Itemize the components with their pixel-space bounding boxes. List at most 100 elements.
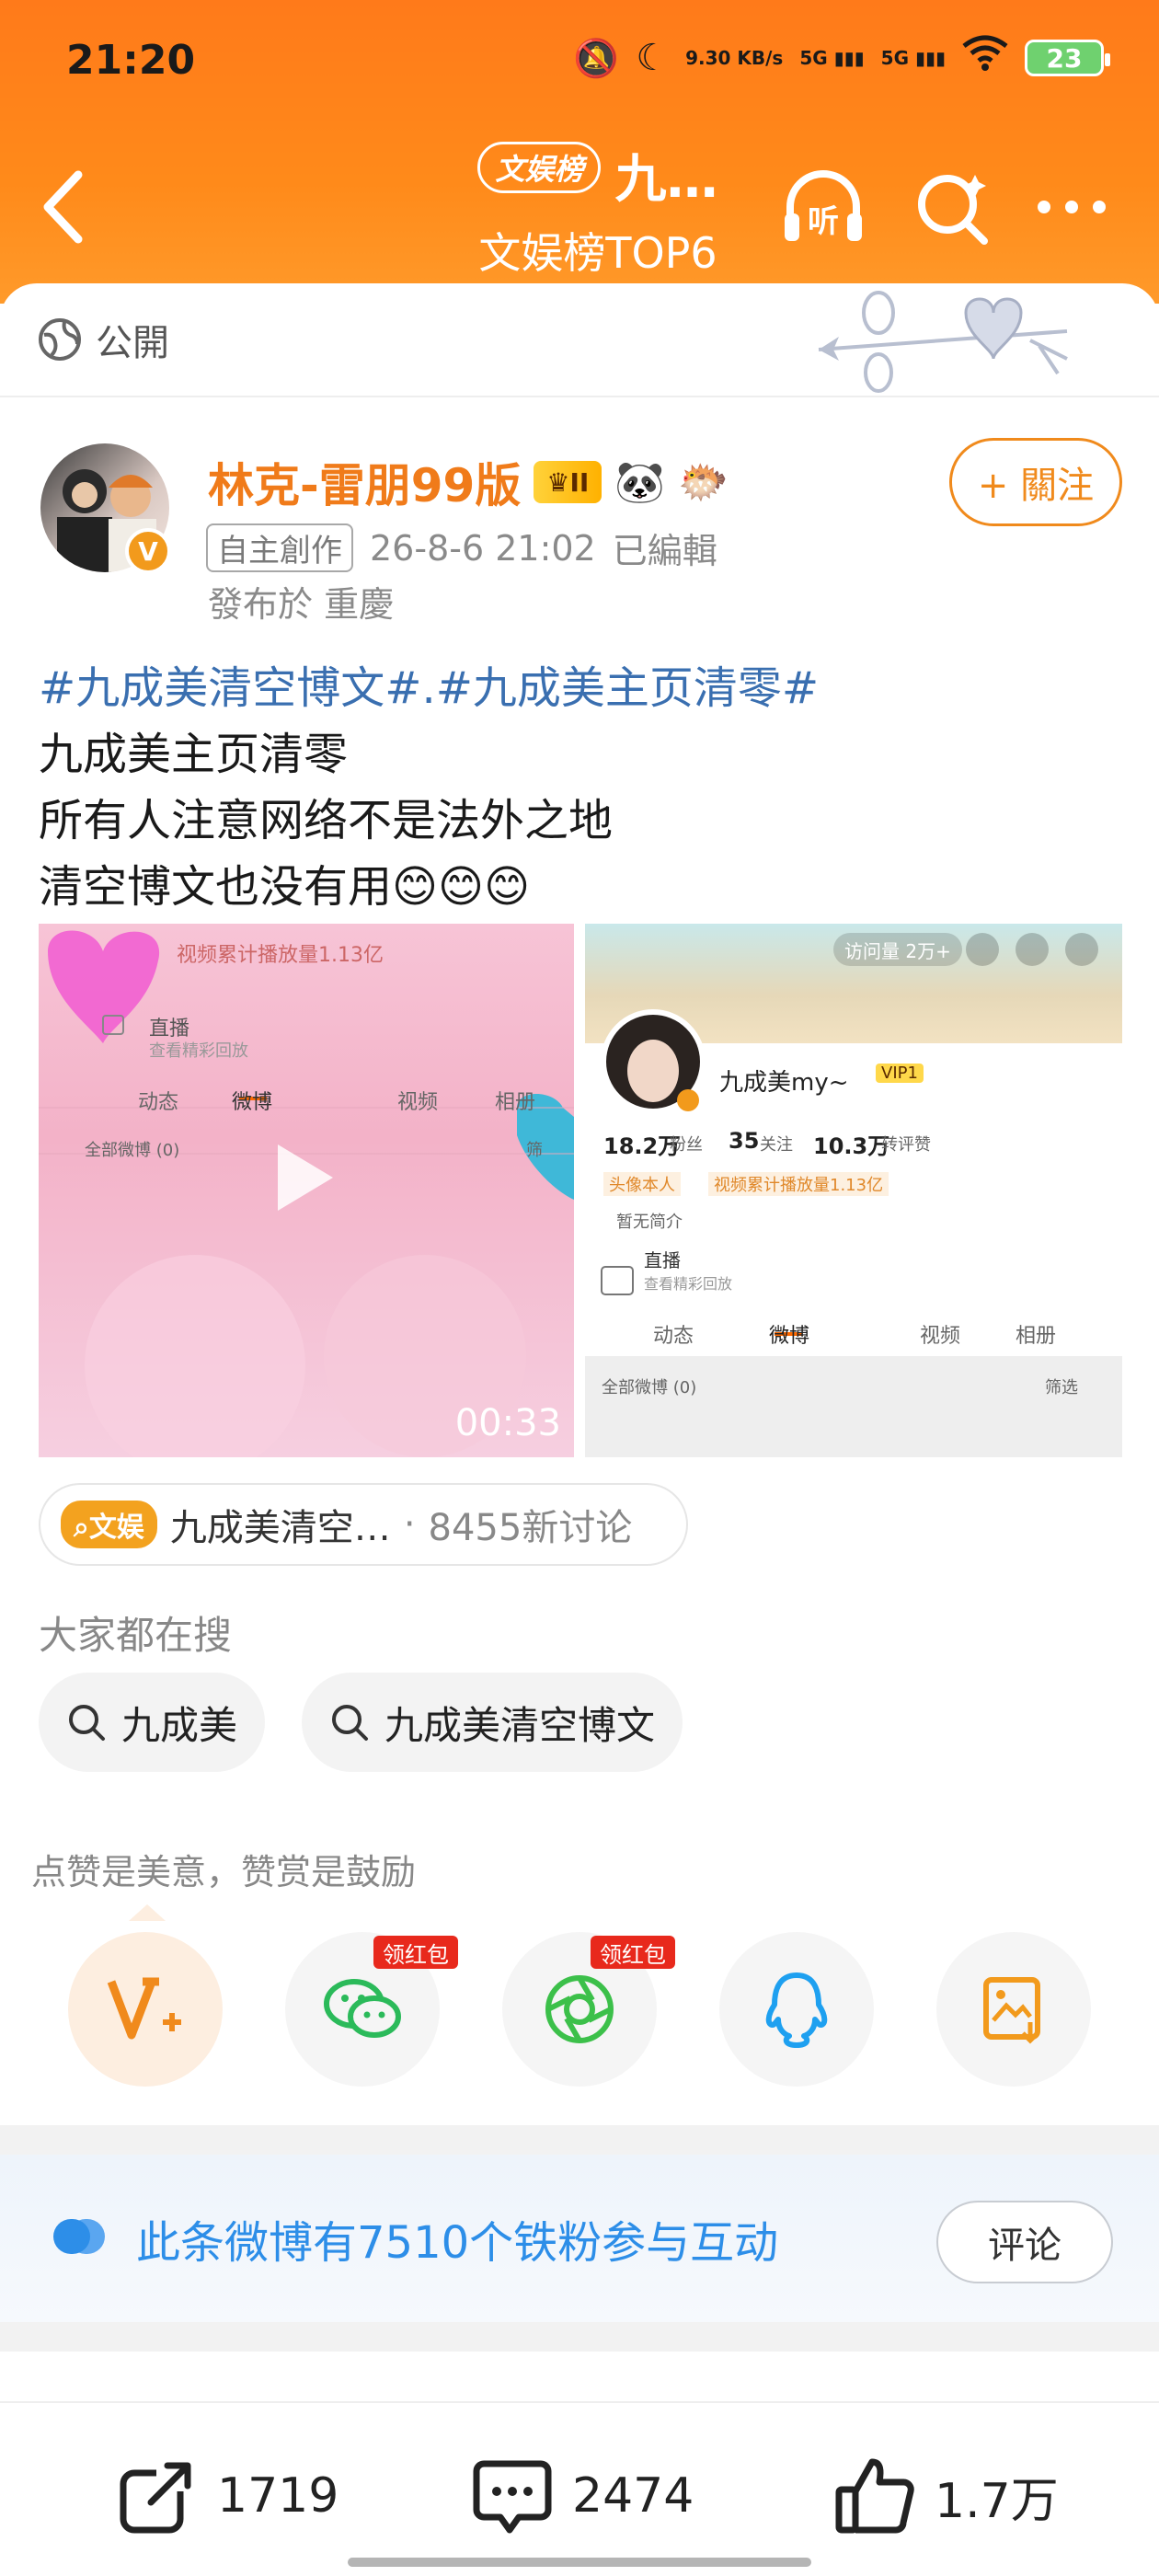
- svg-text:听: 听: [808, 203, 839, 240]
- filter-label: 筛选: [1045, 1378, 1078, 1397]
- repost-button[interactable]: 1719: [116, 2455, 339, 2537]
- page-title: 九…: [614, 150, 718, 210]
- post-datetime: 26-8-6 21:02: [370, 527, 596, 569]
- fish-icon[interactable]: 🐡: [678, 458, 729, 506]
- mute-bell-icon: 🔕: [573, 37, 620, 80]
- panda-icon[interactable]: 🐼: [614, 458, 665, 506]
- more-button[interactable]: [1021, 156, 1122, 258]
- tab-weibo: 微博: [769, 1325, 810, 1348]
- repost-icon: [120, 2455, 199, 2534]
- section-gap: [0, 2322, 1159, 2352]
- fan-level-badge[interactable]: ♛ II: [534, 461, 602, 503]
- comment-button[interactable]: 评论: [936, 2201, 1113, 2283]
- home-indicator[interactable]: [348, 2558, 811, 2567]
- visibility-label: 公開: [96, 322, 169, 364]
- headphones-icon: 听: [785, 170, 862, 241]
- signal-1: 5G ▮▮▮: [799, 47, 865, 69]
- video-thumbnail[interactable]: 视频累计播放量1.13亿 直播 查看精彩回放 动态 微博 视频 相册 全部微博 …: [39, 924, 574, 1457]
- live-sub: 查看精彩回放: [149, 1041, 248, 1061]
- tab-album: 相册: [1016, 1325, 1057, 1348]
- back-button[interactable]: [37, 166, 92, 260]
- listen-button[interactable]: 听: [773, 156, 874, 258]
- fans-count: 18.2万: [603, 1133, 681, 1159]
- tab-dynamic: 动态: [653, 1325, 694, 1348]
- visibility-row: 公開: [37, 313, 169, 366]
- clock: 21:20: [66, 37, 196, 84]
- bottom-action-bar: 1719 2474 1.7万: [0, 2401, 1159, 2576]
- more-dots-icon: [1038, 201, 1106, 213]
- search-icon: [918, 175, 988, 245]
- profile-name: 九成美my~: [719, 1069, 849, 1097]
- play-icon[interactable]: [278, 1144, 333, 1211]
- source-tag[interactable]: 自主創作: [206, 523, 353, 572]
- post-location: 發布於 重慶: [208, 584, 395, 625]
- topic-name: 九成美清空…: [169, 1507, 391, 1549]
- view-stats: 视频累计播放量1.13亿: [177, 944, 384, 967]
- like-count: 1.7万: [935, 2473, 1059, 2529]
- topic-sep: ·: [403, 1503, 416, 1546]
- comment-action-button[interactable]: 2474: [471, 2455, 694, 2537]
- visits-badge: 访问量 2万+: [844, 940, 951, 962]
- author-name[interactable]: 林克-雷朋99版: [208, 449, 521, 515]
- all-weibo: 全部微博 (0): [602, 1378, 697, 1397]
- fans-interaction-bar: 此条微博有7510个铁粉参与互动 评论: [0, 2155, 1159, 2322]
- body-line: 九成美主页清零: [39, 729, 349, 780]
- red-packet-tag: 领红包: [373, 1936, 458, 1969]
- page-subtitle[interactable]: 文娱榜TOP6: [442, 220, 754, 281]
- profile-intro: 暂无简介: [616, 1213, 683, 1232]
- save-image-icon: [983, 1977, 1040, 2044]
- tip-button[interactable]: [68, 1932, 223, 2087]
- network-speed: 9.30 KB/s: [685, 47, 784, 69]
- tab-album: 相册: [495, 1091, 536, 1114]
- moments-aperture-icon: [545, 1975, 614, 2043]
- follow-button[interactable]: + 關注: [949, 438, 1122, 526]
- reward-v-icon: [107, 1977, 181, 2040]
- search-suggestion-label: 大家都在搜: [39, 1613, 233, 1658]
- topic-chip[interactable]: ⌕文娱 九成美清空… · 8455新讨论: [39, 1483, 688, 1566]
- follow-label: 关注: [760, 1135, 793, 1155]
- search-suggestion[interactable]: 九成美清空博文: [302, 1673, 683, 1772]
- fans-label: 粉丝: [670, 1135, 703, 1155]
- fans-toggle-icon: [53, 2219, 105, 2254]
- wifi-icon: [962, 35, 1008, 81]
- topic-count: 8455新讨论: [428, 1507, 633, 1549]
- vip-badge: VIP1: [876, 1064, 924, 1083]
- body-line: 所有人注意网络不是法外之地: [39, 795, 614, 846]
- qq-penguin-icon: [765, 1972, 828, 2048]
- hint-pointer: [129, 1904, 166, 1921]
- thumbs-up-icon: [835, 2458, 914, 2534]
- save-image-button[interactable]: [936, 1932, 1091, 2087]
- likes-count: 10.3万: [813, 1133, 890, 1159]
- profile-screenshot-image[interactable]: 访问量 2万+ 九成美my~ VIP1 18.2万 粉丝 35 关注 10.3万…: [585, 924, 1122, 1457]
- status-bar: 21:20 🔕 ☾ 9.30 KB/s 5G ▮▮▮ 5G ▮▮▮ 23: [0, 0, 1159, 129]
- like-button[interactable]: 1.7万: [833, 2455, 1059, 2537]
- share-qq-button[interactable]: [719, 1932, 874, 2087]
- signal-2: 5G ▮▮▮: [880, 47, 946, 69]
- search-button[interactable]: [901, 156, 1003, 258]
- nav-bar: 文娱榜 九… 文娱榜TOP6 听: [0, 129, 1159, 285]
- moon-icon: ☾: [636, 37, 670, 79]
- cupid-arrow-decoration: [818, 291, 1068, 393]
- filter-label: 筛: [526, 1141, 543, 1160]
- search-icon: [69, 1705, 105, 1741]
- all-weibo: 全部微博 (0): [85, 1141, 180, 1160]
- globe-icon: [39, 318, 81, 361]
- live-label: 直播: [644, 1249, 681, 1271]
- video-duration: 00:33: [454, 1402, 561, 1444]
- search-icon: [332, 1705, 368, 1741]
- follow-count: 35: [729, 1128, 760, 1154]
- reward-hint: 点赞是美意，赞赏是鼓励: [31, 1852, 417, 1892]
- profile-tag: 头像本人: [603, 1172, 681, 1196]
- edited-label[interactable]: 已編輯: [613, 523, 717, 573]
- wechat-icon: [324, 1979, 401, 2038]
- verified-badge-icon: V: [125, 528, 171, 574]
- hashtag-line[interactable]: #九成美清空博文#.#九成美主页清零#: [39, 655, 1124, 721]
- likes-label: 转评赞: [881, 1135, 931, 1155]
- back-arrow-icon: [43, 170, 83, 244]
- search-suggestion[interactable]: 九成美: [39, 1673, 266, 1772]
- comment-icon: [473, 2460, 552, 2534]
- fans-interaction-text: 此条微博有7510个铁粉参与互动: [136, 2217, 779, 2269]
- tab-video: 视频: [397, 1091, 439, 1114]
- post-body: #九成美清空博文#.#九成美主页清零# 九成美主页清零 所有人注意网络不是法外之…: [39, 655, 1124, 920]
- comment-count: 2474: [572, 2468, 694, 2524]
